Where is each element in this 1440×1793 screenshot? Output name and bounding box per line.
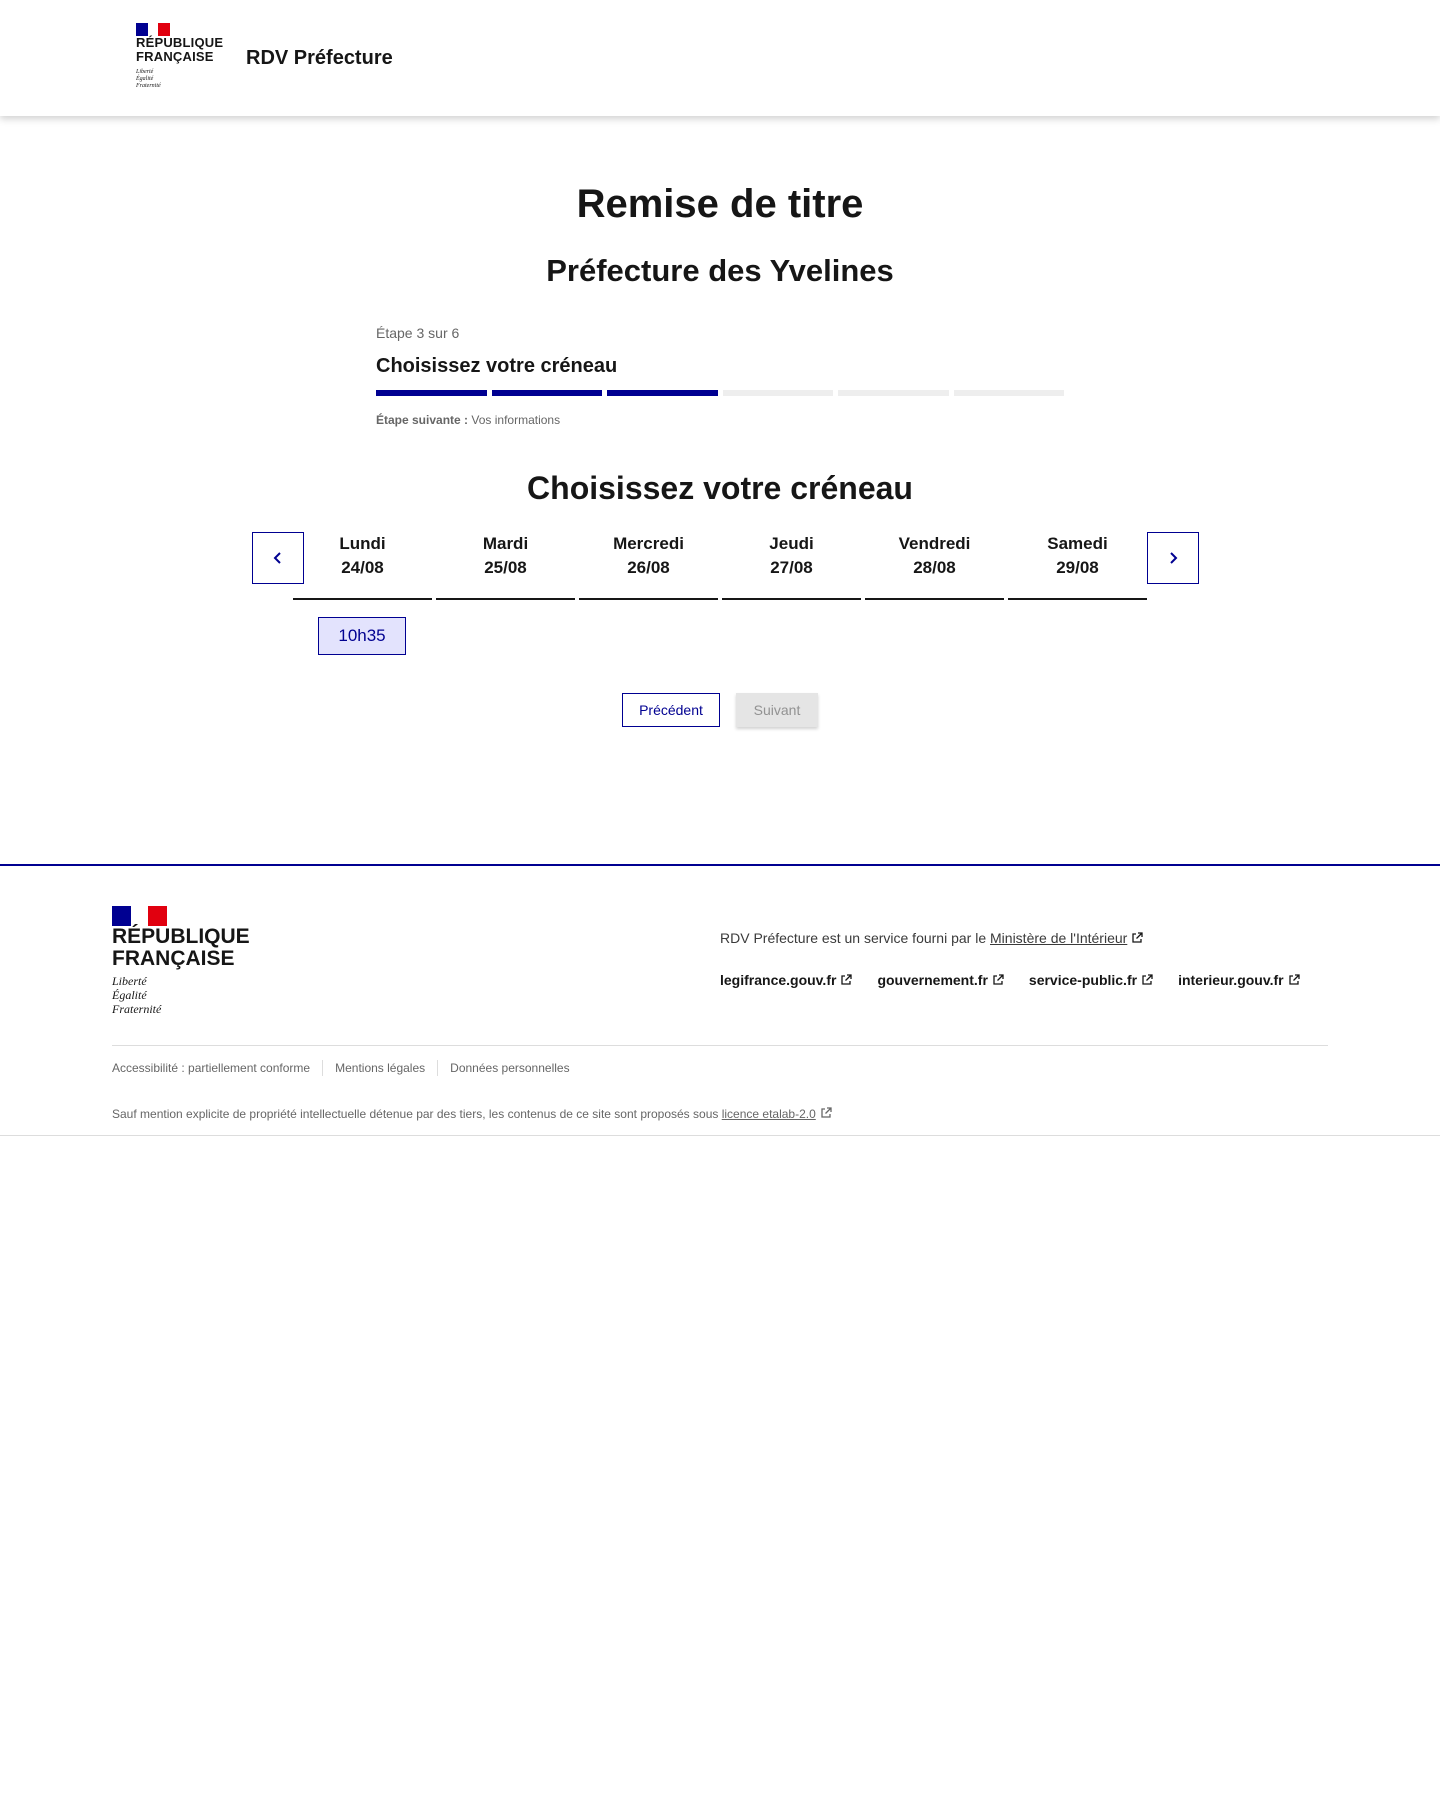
motto-line: Liberté <box>112 974 147 988</box>
marianne-flag-icon <box>112 906 167 926</box>
motto-line: Fraternité <box>136 83 161 89</box>
footer-bottom-links: Accessibilité : partiellement conforme M… <box>112 1060 582 1076</box>
accessibility-link[interactable]: Accessibilité : partiellement conforme <box>112 1060 322 1076</box>
licence-etalab-link[interactable]: licence etalab-2.0 <box>722 1107 832 1121</box>
stepper-bar <box>491 390 602 396</box>
logo-line: FRANÇAISE <box>112 947 235 970</box>
stepper-bar <box>607 390 718 396</box>
stepper-next-step: Étape suivante : Vos informations <box>376 413 1064 428</box>
link-label: licence etalab-2.0 <box>721 1107 816 1121</box>
footer-description-text: RDV Préfecture est un service fourni par… <box>720 930 987 946</box>
link-label: gouvernement.fr <box>877 972 988 988</box>
day-date: 27/08 <box>770 558 813 577</box>
day-date: 29/08 <box>1056 558 1099 577</box>
service-title[interactable]: RDV Préfecture <box>246 46 393 70</box>
external-link-icon <box>841 974 853 985</box>
logo-motto: Liberté Égalité Fraternité <box>136 69 226 90</box>
slot-list: 10h35 <box>318 617 406 655</box>
form-actions: Précédent Suivant <box>0 693 1440 727</box>
chevron-right-icon <box>1170 552 1178 564</box>
license-text: Sauf mention explicite de propriété inte… <box>112 1107 719 1121</box>
day-column: Mercredi 26/08 <box>579 532 718 600</box>
site-footer: RÉPUBLIQUE FRANÇAISE Liberté Égalité Fra… <box>0 864 1440 1136</box>
footer-partner-links: legifrance.gouv.fr gouvernement.fr servi… <box>720 970 1300 990</box>
external-link-icon <box>993 974 1004 985</box>
legal-notice-link[interactable]: Mentions légales <box>322 1060 437 1076</box>
footer-description: RDV Préfecture est un service fourni par… <box>720 928 1143 948</box>
ministere-interieur-link[interactable]: Ministère de l'Intérieur <box>990 930 1143 946</box>
day-name: Mardi <box>482 534 529 553</box>
logo-motto: Liberté Égalité Fraternité <box>112 974 250 1016</box>
day-column: Jeudi 27/08 <box>722 532 861 600</box>
next-week-button[interactable] <box>1147 532 1199 584</box>
day-name: Samedi <box>1047 534 1108 553</box>
external-link-icon <box>1288 974 1300 985</box>
page-title: Remise de titre <box>576 182 864 226</box>
stepper-next-label: Étape suivante : <box>376 413 469 427</box>
stepper-bar <box>376 390 487 396</box>
footer-link-gouvernement[interactable]: gouvernement.fr <box>877 970 1004 990</box>
link-label: legifrance.gouv.fr <box>720 972 837 988</box>
site-header: RÉPUBLIQUE FRANÇAISE Liberté Égalité Fra… <box>0 0 1440 116</box>
next-button[interactable]: Suivant <box>736 693 818 727</box>
motto-line: Égalité <box>112 988 147 1002</box>
day-name: Mercredi <box>613 534 684 553</box>
time-slot-button[interactable]: 10h35 <box>318 617 406 655</box>
page-subtitle: Préfecture des Yvelines <box>546 253 894 288</box>
stepper-current-title: Choisissez votre créneau <box>376 355 618 377</box>
section-title: Choisissez votre créneau <box>527 470 913 506</box>
footer-divider <box>112 1045 1328 1046</box>
day-column: Mardi 25/08 <box>436 532 575 600</box>
day-name: Jeudi <box>769 534 814 553</box>
personal-data-link[interactable]: Données personnelles <box>437 1060 581 1076</box>
logo-line: RÉPUBLIQUE <box>136 35 224 50</box>
republique-francaise-logo[interactable]: RÉPUBLIQUE FRANÇAISE Liberté Égalité Fra… <box>112 906 250 1016</box>
chevron-left-icon <box>273 552 281 564</box>
external-link-icon <box>1132 932 1143 943</box>
stepper-progress <box>376 390 1064 396</box>
link-label: service-public.fr <box>1028 972 1138 988</box>
stepper-state: Étape 3 sur 6 <box>376 325 460 341</box>
motto-line: Égalité <box>136 76 154 82</box>
day-column: Lundi 24/08 <box>293 532 432 600</box>
stepper-bar <box>838 390 949 396</box>
link-label: Ministère de l'Intérieur <box>990 930 1128 946</box>
external-link-icon <box>821 1107 832 1118</box>
motto-line: Fraternité <box>112 1002 162 1016</box>
day-column: Vendredi 28/08 <box>865 532 1004 600</box>
footer-link-interieur[interactable]: interieur.gouv.fr <box>1178 970 1300 990</box>
link-label: interieur.gouv.fr <box>1178 972 1284 988</box>
stepper-next-value: Vos informations <box>471 413 561 427</box>
day-name: Vendredi <box>898 534 971 553</box>
previous-button[interactable]: Précédent <box>622 693 720 727</box>
logo-line: RÉPUBLIQUE <box>112 925 250 948</box>
day-date: 28/08 <box>913 558 956 577</box>
footer-license: Sauf mention explicite de propriété inte… <box>112 1106 832 1122</box>
stepper-bar <box>953 390 1064 396</box>
logo-line: FRANÇAISE <box>136 49 214 64</box>
footer-link-legifrance[interactable]: legifrance.gouv.fr <box>720 970 853 990</box>
day-date: 24/08 <box>341 558 384 577</box>
day-date: 26/08 <box>627 558 670 577</box>
day-date: 25/08 <box>484 558 527 577</box>
day-columns: Lundi 24/08 Mardi 25/08 Mercredi 26/08 Jeudi 27… <box>293 532 1147 600</box>
day-column: Samedi 29/08 <box>1008 532 1147 600</box>
external-link-icon <box>1142 974 1153 985</box>
day-name: Lundi <box>339 534 386 553</box>
motto-line: Liberté <box>136 69 154 75</box>
stepper-bar <box>722 390 833 396</box>
stepper: Étape 3 sur 6 Choisissez votre créneau É… <box>376 324 1064 428</box>
republique-francaise-logo[interactable]: RÉPUBLIQUE FRANÇAISE Liberté Égalité Fra… <box>136 23 226 90</box>
footer-link-service-public[interactable]: service-public.fr <box>1029 970 1153 990</box>
